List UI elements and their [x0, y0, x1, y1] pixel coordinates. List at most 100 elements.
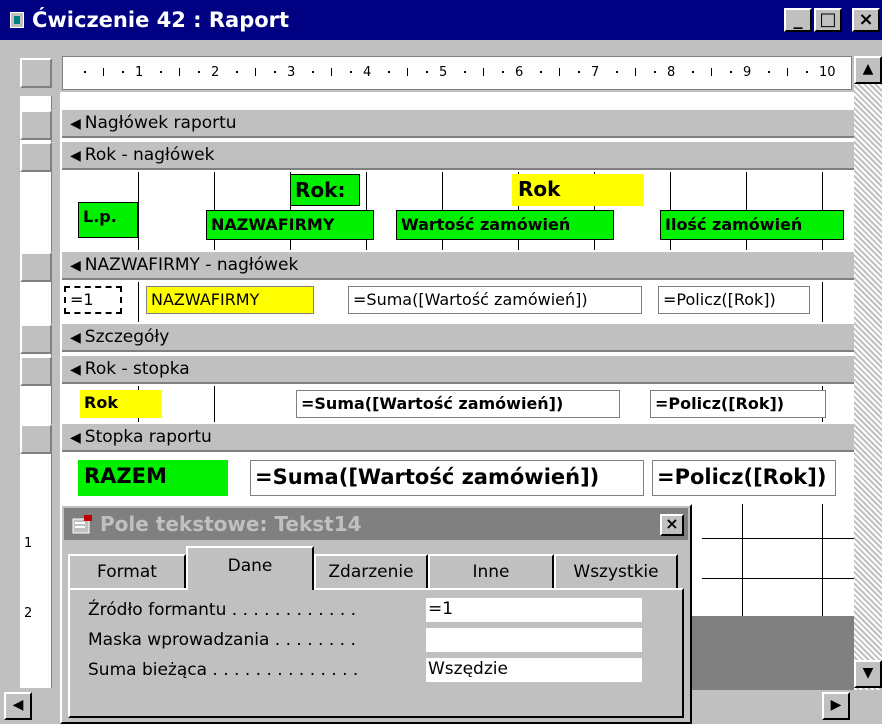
tab-inne[interactable]: Inne	[428, 554, 554, 590]
vertical-scrollbar[interactable]: ▲ ▼	[854, 56, 882, 692]
ruler-tick	[559, 68, 560, 76]
report-window-icon[interactable]	[10, 12, 24, 28]
ruler-label: 7	[591, 65, 600, 80]
ruler-tick	[635, 68, 636, 76]
ilosc-label[interactable]: Ilość zamówień	[660, 210, 844, 240]
section-selector-firm-header[interactable]	[20, 252, 52, 282]
ruler-label: 9	[743, 65, 752, 80]
report-count-field[interactable]: =Policz([Rok])	[652, 460, 836, 496]
ruler-tick	[407, 68, 408, 76]
section-bar-rok-header[interactable]: ◀ Rok - nagłówek	[62, 140, 854, 170]
dialog-close-button[interactable]: ×	[660, 514, 684, 536]
ruler-label: 6	[515, 65, 524, 80]
properties-dialog[interactable]: Pole tekstowe: Tekst14 × Format Dane Zda…	[60, 504, 692, 724]
scroll-right-button[interactable]: ▶	[822, 692, 850, 720]
ruler-label: 8	[667, 65, 676, 80]
section-bar-report-footer[interactable]: ◀ Stopka raportu	[62, 422, 854, 452]
rok-footer-sum-field[interactable]: =Suma([Wartość zamówień])	[296, 390, 620, 418]
scroll-up-button[interactable]: ▲	[854, 56, 882, 84]
ruler-label: 5	[439, 65, 448, 80]
section-label: Rok - stopka	[84, 359, 190, 379]
vertical-ruler-mark-2: 2	[24, 606, 33, 621]
rok-footer-count-field[interactable]: =Policz([Rok])	[650, 390, 826, 418]
ruler-dot	[502, 71, 504, 73]
ruler-label: 4	[363, 65, 372, 80]
properties-panel: Źródło formantu . . . . . . . . . . . . …	[68, 588, 684, 718]
ruler-dot	[616, 71, 618, 73]
ruler-label: 3	[287, 65, 296, 80]
maximize-button[interactable]: □	[814, 8, 842, 32]
ruler-tick	[103, 68, 104, 76]
section-selector-report-header[interactable]	[20, 110, 52, 140]
section-arrow-icon: ◀	[70, 362, 81, 378]
section-arrow-icon: ◀	[70, 258, 81, 274]
ruler-tick	[179, 68, 180, 76]
property-label-input-mask: Maska wprowadzania . . . . . . . .	[88, 630, 356, 650]
section-bar-details[interactable]: ◀ Szczegóły	[62, 322, 854, 352]
window-title-bar[interactable]: Ćwiczenie 42 : Raport _ □ ×	[0, 0, 882, 40]
section-bar-rok-footer[interactable]: ◀ Rok - stopka	[62, 354, 854, 384]
sum-value-field[interactable]: =Suma([Wartość zamówień])	[348, 286, 642, 314]
scroll-down-button[interactable]: ▼	[854, 660, 882, 688]
ruler-dot	[84, 71, 86, 73]
firm-header-body[interactable]: =1 NAZWAFIRMY =Suma([Wartość zamówień]) …	[62, 282, 854, 322]
property-value-running-sum[interactable]: Wszędzie	[426, 658, 642, 682]
ruler-dot	[654, 71, 656, 73]
tab-format[interactable]: Format	[68, 554, 186, 590]
tab-zdarzenie[interactable]: Zdarzenie	[314, 554, 428, 590]
ruler-dot	[236, 71, 238, 73]
ruler-dot	[578, 71, 580, 73]
minimize-button[interactable]: _	[784, 8, 812, 32]
rok-footer-field[interactable]: Rok	[80, 390, 162, 418]
lp-label[interactable]: L.p.	[78, 202, 138, 238]
property-value-control-source[interactable]: =1	[426, 598, 642, 622]
ruler-dot	[768, 71, 770, 73]
tab-wszystkie[interactable]: Wszystkie	[554, 554, 678, 590]
ruler-dot	[198, 71, 200, 73]
ruler-label: 10	[819, 65, 836, 80]
rok-field[interactable]: Rok	[512, 174, 644, 206]
dialog-title-bar[interactable]: Pole tekstowe: Tekst14 ×	[64, 508, 688, 540]
section-label: Nagłówek raportu	[84, 113, 237, 133]
ruler-dot	[274, 71, 276, 73]
section-label: Stopka raportu	[84, 427, 212, 447]
section-label: NAZWAFIRMY - nagłówek	[84, 255, 299, 275]
section-label: Szczegóły	[84, 327, 170, 347]
ruler-dot	[388, 71, 390, 73]
razem-label[interactable]: RAZEM	[78, 460, 228, 496]
wartosc-label[interactable]: Wartość zamówień	[396, 210, 614, 240]
section-selector-rok-header[interactable]	[20, 142, 52, 172]
section-arrow-icon: ◀	[70, 148, 81, 164]
section-bar-firm-header[interactable]: ◀ NAZWAFIRMY - nagłówek	[62, 250, 854, 280]
scroll-left-button[interactable]: ◀	[4, 692, 32, 720]
section-selector-details[interactable]	[20, 324, 52, 354]
nazwafirmy-field[interactable]: NAZWAFIRMY	[146, 286, 314, 314]
rok-label[interactable]: Rok:	[290, 174, 360, 206]
window-title: Ćwiczenie 42 : Raport	[32, 8, 290, 32]
ruler-tick	[711, 68, 712, 76]
ruler-dot	[312, 71, 314, 73]
ruler-tick	[483, 68, 484, 76]
ruler-corner-select-report[interactable]	[20, 58, 52, 88]
ruler-tick	[331, 68, 332, 76]
report-sum-field[interactable]: =Suma([Wartość zamówień])	[250, 460, 644, 496]
vertical-ruler-mark-1: 1	[24, 536, 33, 551]
ruler-dot	[730, 71, 732, 73]
property-label-control-source: Źródło formantu . . . . . . . . . . . .	[88, 600, 357, 620]
section-selector-rok-footer[interactable]	[20, 356, 52, 386]
rok-footer-body[interactable]: Rok =Suma([Wartość zamówień]) =Policz([R…	[62, 386, 854, 422]
ruler-dot	[160, 71, 162, 73]
property-value-input-mask[interactable]	[426, 628, 642, 652]
section-bar-report-header[interactable]: ◀ Nagłówek raportu	[62, 108, 854, 138]
horizontal-ruler[interactable]: 1 2 3 4 5 6 7 8 9 10	[62, 56, 852, 90]
counter-textbox-selected[interactable]: =1	[64, 286, 122, 314]
count-field[interactable]: =Policz([Rok])	[658, 286, 810, 314]
nazwafirmy-label[interactable]: NAZWAFIRMY	[206, 210, 374, 240]
section-selector-report-footer[interactable]	[20, 424, 52, 454]
ruler-dot	[464, 71, 466, 73]
close-button[interactable]: ×	[852, 8, 880, 32]
tab-dane[interactable]: Dane	[186, 546, 314, 590]
vertical-ruler[interactable]: 1 2	[20, 96, 52, 688]
ruler-label: 1	[135, 65, 144, 80]
rok-header-body[interactable]: Rok: Rok L.p. NAZWAFIRMY Wartość zamówie…	[62, 172, 854, 250]
